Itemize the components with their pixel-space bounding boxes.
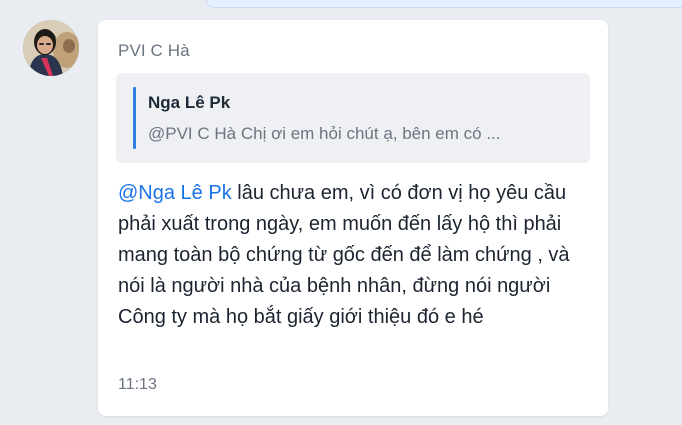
quote-accent-bar: [133, 87, 136, 149]
message-bubble[interactable]: PVI C Hà Nga Lê Pk @PVI C Hà Chị ơi em h…: [98, 20, 608, 416]
quote-author: Nga Lê Pk: [148, 93, 231, 112]
user-photo-avatar-icon: [23, 20, 79, 76]
sender-avatar[interactable]: [23, 20, 79, 76]
mention-link[interactable]: @Nga Lê Pk: [118, 182, 232, 204]
sender-name: PVI C Hà: [118, 41, 190, 60]
quote-text: @PVI C Hà Chị ơi em hỏi chút ạ, bên em c…: [148, 124, 501, 143]
message-text: @Nga Lê Pk lâu chưa em, vì có đơn vị họ …: [118, 178, 596, 333]
previous-message-bubble-edge: [206, 0, 682, 8]
message-timestamp: 11:13: [118, 376, 157, 393]
reply-quote[interactable]: Nga Lê Pk @PVI C Hà Chị ơi em hỏi chút ạ…: [116, 73, 590, 163]
